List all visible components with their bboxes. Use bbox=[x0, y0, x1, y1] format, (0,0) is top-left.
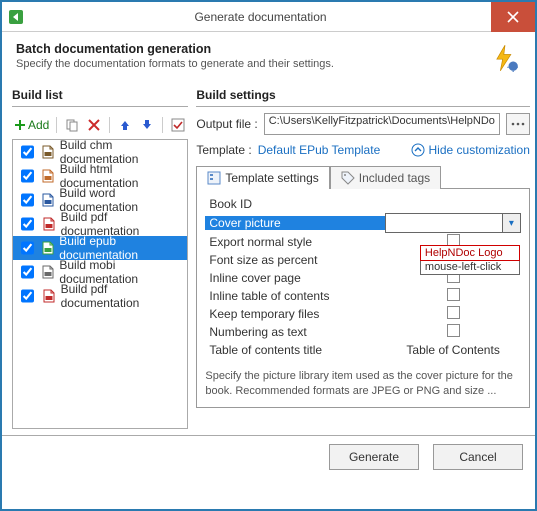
move-up-button[interactable] bbox=[115, 115, 135, 135]
dropdown-option-highlighted[interactable]: HelpNDoc Logo bbox=[420, 245, 520, 261]
build-list-item[interactable]: Build pdf documentation bbox=[13, 212, 187, 236]
setting-name: Inline table of contents bbox=[205, 289, 385, 303]
build-item-label: Build pdf documentation bbox=[61, 282, 184, 310]
tab-template-settings[interactable]: Template settings bbox=[196, 166, 329, 189]
move-down-button[interactable] bbox=[137, 115, 157, 135]
setting-value-check[interactable] bbox=[385, 288, 521, 304]
setting-row[interactable]: Book ID bbox=[205, 195, 521, 213]
intro-subtext: Specify the documentation formats to gen… bbox=[16, 58, 489, 70]
chevron-down-icon[interactable]: ▾ bbox=[502, 214, 520, 232]
output-file-field[interactable]: C:\Users\KellyFitzpatrick\Documents\Help… bbox=[264, 113, 500, 135]
output-file-label: Output file : bbox=[196, 117, 257, 131]
doc-icon bbox=[41, 264, 55, 280]
app-icon bbox=[2, 9, 30, 25]
cover-picture-dropdown[interactable]: HelpNDoc Logo mouse-left-click bbox=[420, 245, 520, 275]
doc-icon bbox=[41, 216, 56, 232]
template-settings-panel: Book ID Cover picture ▾ Export normal style… bbox=[196, 189, 530, 408]
tab-included-tags[interactable]: Included tags bbox=[330, 166, 441, 189]
build-list-item[interactable]: Build mobi documentation bbox=[13, 260, 187, 284]
add-label: Add bbox=[28, 118, 49, 132]
build-list[interactable]: Build chm documentationBuild html docume… bbox=[12, 139, 188, 429]
setting-value-check[interactable] bbox=[385, 324, 521, 340]
build-item-checkbox[interactable] bbox=[21, 217, 34, 231]
dropdown-option[interactable]: mouse-left-click bbox=[421, 260, 519, 274]
setting-row[interactable]: Numbering as text bbox=[205, 323, 521, 341]
build-item-checkbox[interactable] bbox=[21, 193, 34, 207]
build-list-item[interactable]: Build epub documentation bbox=[13, 236, 187, 260]
setting-value-check[interactable] bbox=[385, 306, 521, 322]
collapse-icon bbox=[411, 143, 425, 157]
check-all-button[interactable] bbox=[168, 115, 188, 135]
build-list-item[interactable]: Build chm documentation bbox=[13, 140, 187, 164]
properties-icon bbox=[207, 171, 221, 185]
window-close-button[interactable] bbox=[491, 2, 535, 32]
delete-button[interactable] bbox=[84, 115, 104, 135]
setting-name: Table of contents title bbox=[205, 343, 385, 357]
setting-row[interactable]: Table of contents titleTable of Contents bbox=[205, 341, 521, 359]
setting-value-dropdown[interactable]: ▾ bbox=[385, 213, 521, 233]
doc-icon bbox=[41, 168, 56, 184]
build-item-checkbox[interactable] bbox=[21, 265, 34, 279]
browse-button[interactable] bbox=[506, 113, 530, 135]
lightning-icon bbox=[489, 42, 521, 74]
doc-icon bbox=[41, 144, 56, 160]
setting-row[interactable]: Inline table of contents bbox=[205, 287, 521, 305]
setting-hint: Specify the picture library item used as… bbox=[205, 369, 521, 399]
doc-icon bbox=[41, 240, 55, 256]
build-list-item[interactable]: Build html documentation bbox=[13, 164, 187, 188]
template-label: Template : bbox=[196, 143, 251, 157]
setting-name: Numbering as text bbox=[205, 325, 385, 339]
copy-button[interactable] bbox=[62, 115, 82, 135]
hide-customization-link[interactable]: Hide customization bbox=[411, 143, 530, 157]
setting-name: Export normal style bbox=[205, 235, 385, 249]
build-list-toolbar: Add bbox=[12, 113, 188, 139]
setting-value-text[interactable]: Table of Contents bbox=[385, 343, 521, 357]
setting-name: Cover picture bbox=[205, 216, 385, 230]
build-item-checkbox[interactable] bbox=[21, 289, 34, 303]
settings-tabs: Template settings Included tags bbox=[196, 165, 530, 189]
setting-row[interactable]: Keep temporary files bbox=[205, 305, 521, 323]
setting-row[interactable]: Cover picture ▾ bbox=[205, 213, 521, 233]
build-list-item[interactable]: Build pdf documentation bbox=[13, 284, 187, 308]
build-item-checkbox[interactable] bbox=[21, 145, 34, 159]
tag-icon bbox=[341, 171, 355, 185]
window-title: Generate documentation bbox=[30, 10, 491, 24]
build-settings-title: Build settings bbox=[196, 88, 530, 102]
setting-name: Keep temporary files bbox=[205, 307, 385, 321]
intro-heading: Batch documentation generation bbox=[16, 42, 489, 56]
generate-button[interactable]: Generate bbox=[329, 444, 419, 470]
setting-name: Font size as percent bbox=[205, 253, 385, 267]
ellipsis-icon bbox=[511, 121, 525, 127]
doc-icon bbox=[41, 192, 55, 208]
build-item-checkbox[interactable] bbox=[21, 241, 34, 255]
build-list-item[interactable]: Build word documentation bbox=[13, 188, 187, 212]
plus-icon bbox=[14, 119, 26, 131]
build-item-checkbox[interactable] bbox=[21, 169, 34, 183]
add-button[interactable]: Add bbox=[12, 115, 51, 135]
cancel-button[interactable]: Cancel bbox=[433, 444, 523, 470]
setting-name: Book ID bbox=[205, 197, 385, 211]
template-link[interactable]: Default EPub Template bbox=[258, 143, 381, 157]
build-list-title: Build list bbox=[12, 88, 188, 102]
doc-icon bbox=[41, 288, 56, 304]
setting-name: Inline cover page bbox=[205, 271, 385, 285]
